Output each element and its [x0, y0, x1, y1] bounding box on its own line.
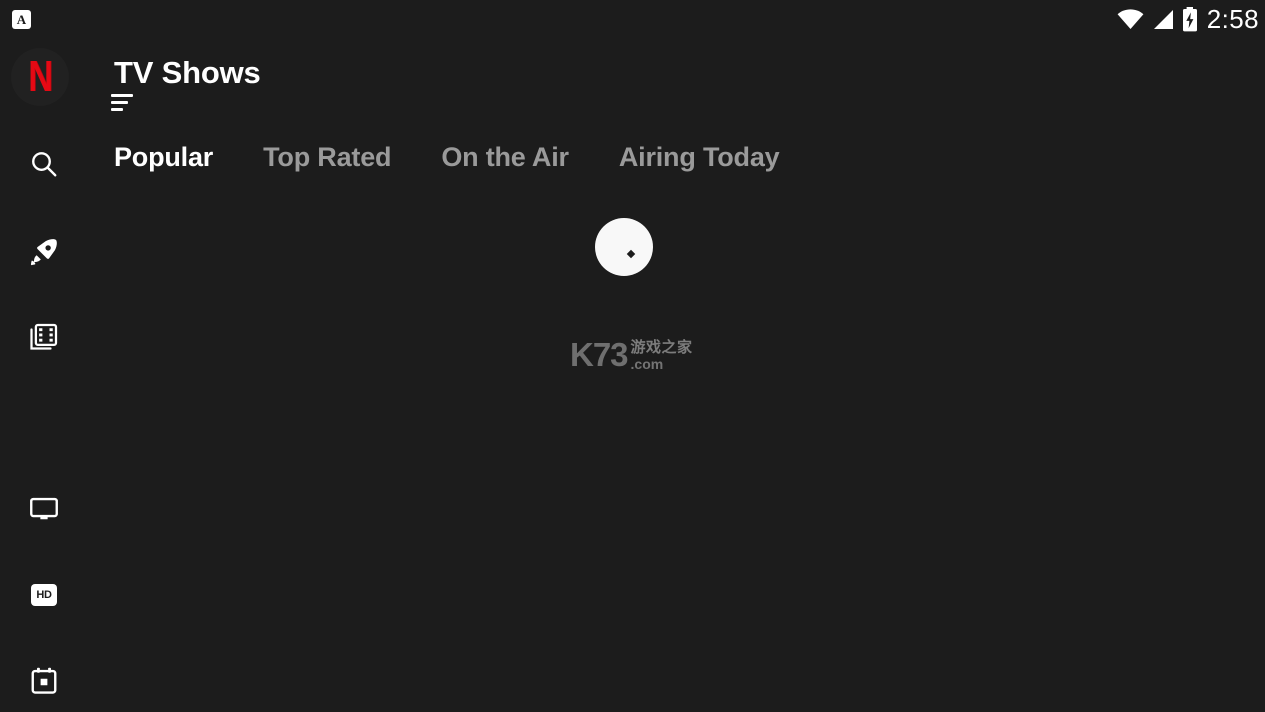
tab-bar: Popular Top Rated On the Air Airing Toda… [114, 138, 829, 177]
sidebar-item-movies[interactable] [0, 309, 88, 365]
sidebar-item-calendar[interactable] [0, 653, 88, 709]
watermark-right-group: 游戏之家 .com [630, 338, 693, 372]
tab-popular[interactable]: Popular [114, 138, 213, 177]
netflix-n-glyph: N [28, 52, 53, 101]
hamburger-line-2 [111, 101, 128, 104]
sidebar-item-tv[interactable] [0, 481, 88, 537]
sidebar-nav-rail: N HD [0, 38, 88, 712]
status-bar-right: 2:58 [1117, 6, 1259, 32]
netflix-logo[interactable]: N [11, 48, 69, 106]
sidebar-item-hd[interactable]: HD [0, 567, 88, 623]
hamburger-line-1 [111, 94, 133, 97]
watermark: K73 游戏之家 .com [570, 338, 693, 371]
film-icon [29, 322, 59, 352]
loading-spinner [595, 218, 653, 276]
battery-charging-icon [1182, 6, 1198, 32]
watermark-primary: K73 [570, 336, 629, 373]
sidebar-item-discover[interactable] [0, 224, 88, 280]
tab-top-rated[interactable]: Top Rated [263, 138, 391, 177]
hamburger-menu-icon[interactable] [111, 94, 133, 111]
page-title: TV Shows [114, 55, 261, 90]
watermark-tertiary: .com [630, 356, 664, 372]
search-icon [29, 149, 59, 179]
notification-letter: A [16, 11, 27, 27]
hd-badge-label: HD [36, 589, 52, 601]
tab-airing-today[interactable]: Airing Today [619, 138, 780, 177]
monitor-icon [29, 494, 59, 524]
cellular-signal-icon [1151, 9, 1175, 30]
status-bar-clock: 2:58 [1206, 4, 1259, 34]
tab-on-the-air[interactable]: On the Air [441, 138, 569, 177]
hamburger-line-3 [111, 108, 123, 111]
app-letter-a-icon[interactable]: A [12, 9, 31, 29]
calendar-icon [29, 666, 59, 696]
status-bar: A 2:58 [0, 0, 1265, 38]
rocket-icon [29, 237, 59, 267]
main-content: TV Shows Popular Top Rated On the Air Ai… [88, 38, 1265, 712]
wifi-full-icon [1117, 8, 1144, 30]
status-bar-left: A [12, 9, 31, 29]
sidebar-item-search[interactable] [0, 136, 88, 192]
loading-spinner-circle [595, 218, 653, 276]
watermark-secondary: 游戏之家 [630, 338, 693, 356]
hd-badge-icon: HD [31, 584, 57, 606]
